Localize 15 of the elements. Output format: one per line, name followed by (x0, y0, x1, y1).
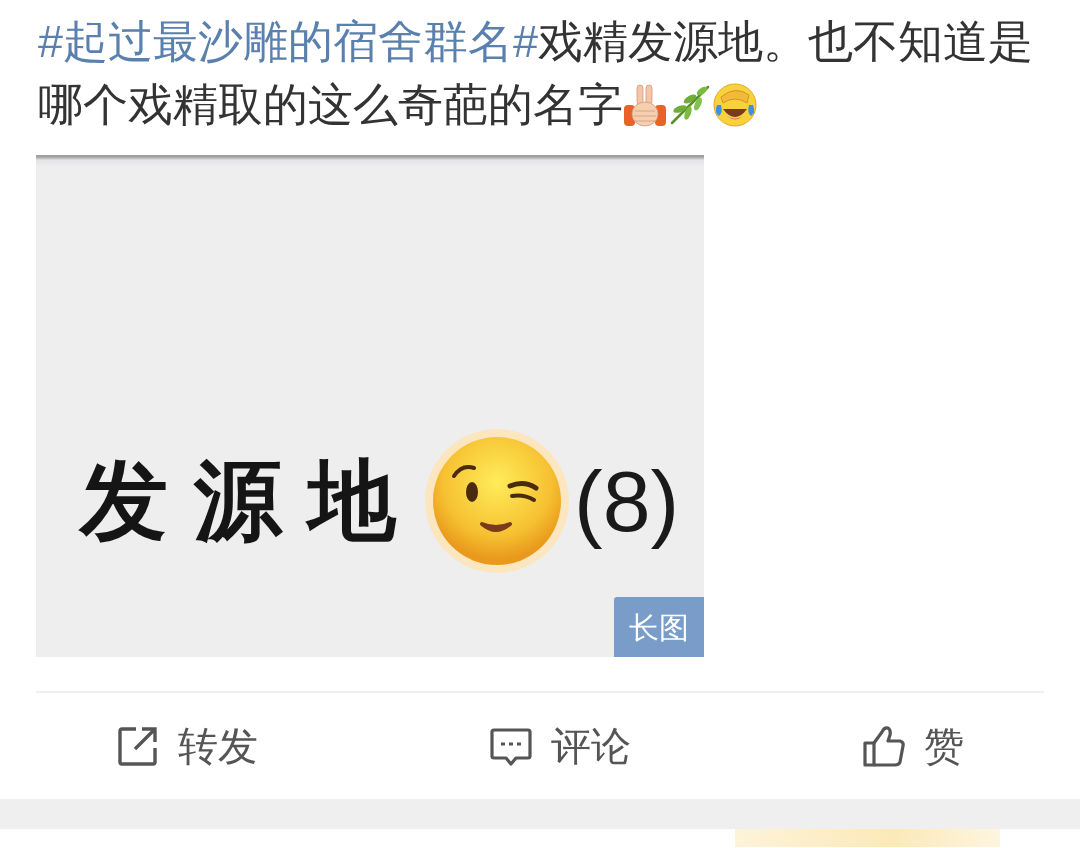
laughing-crying-emoji-icon (713, 83, 757, 127)
winking-emoji-icon (424, 428, 570, 574)
long-image-badge: 长图 (614, 597, 704, 657)
topic-link[interactable]: #起过最沙雕的宿舍群名# (38, 16, 539, 67)
image-text: 发源地 (80, 452, 422, 550)
post-image[interactable]: 发源地 (8) 长图 (36, 155, 704, 657)
like-button[interactable]: 赞 (862, 718, 965, 774)
repost-button[interactable]: 转发 (115, 718, 258, 774)
leaf-branch-emoji-icon (668, 83, 712, 127)
thumbs-up-icon (862, 724, 907, 768)
hands-emoji-icon (623, 83, 667, 127)
post-text: #起过最沙雕的宿舍群名#戏精发源地。也不知道是哪个戏精取的这么奇葩的名字 (37, 15, 1035, 132)
repost-icon (115, 724, 160, 768)
comment-button[interactable]: 评论 (489, 718, 631, 774)
image-text: (8) (574, 453, 680, 549)
